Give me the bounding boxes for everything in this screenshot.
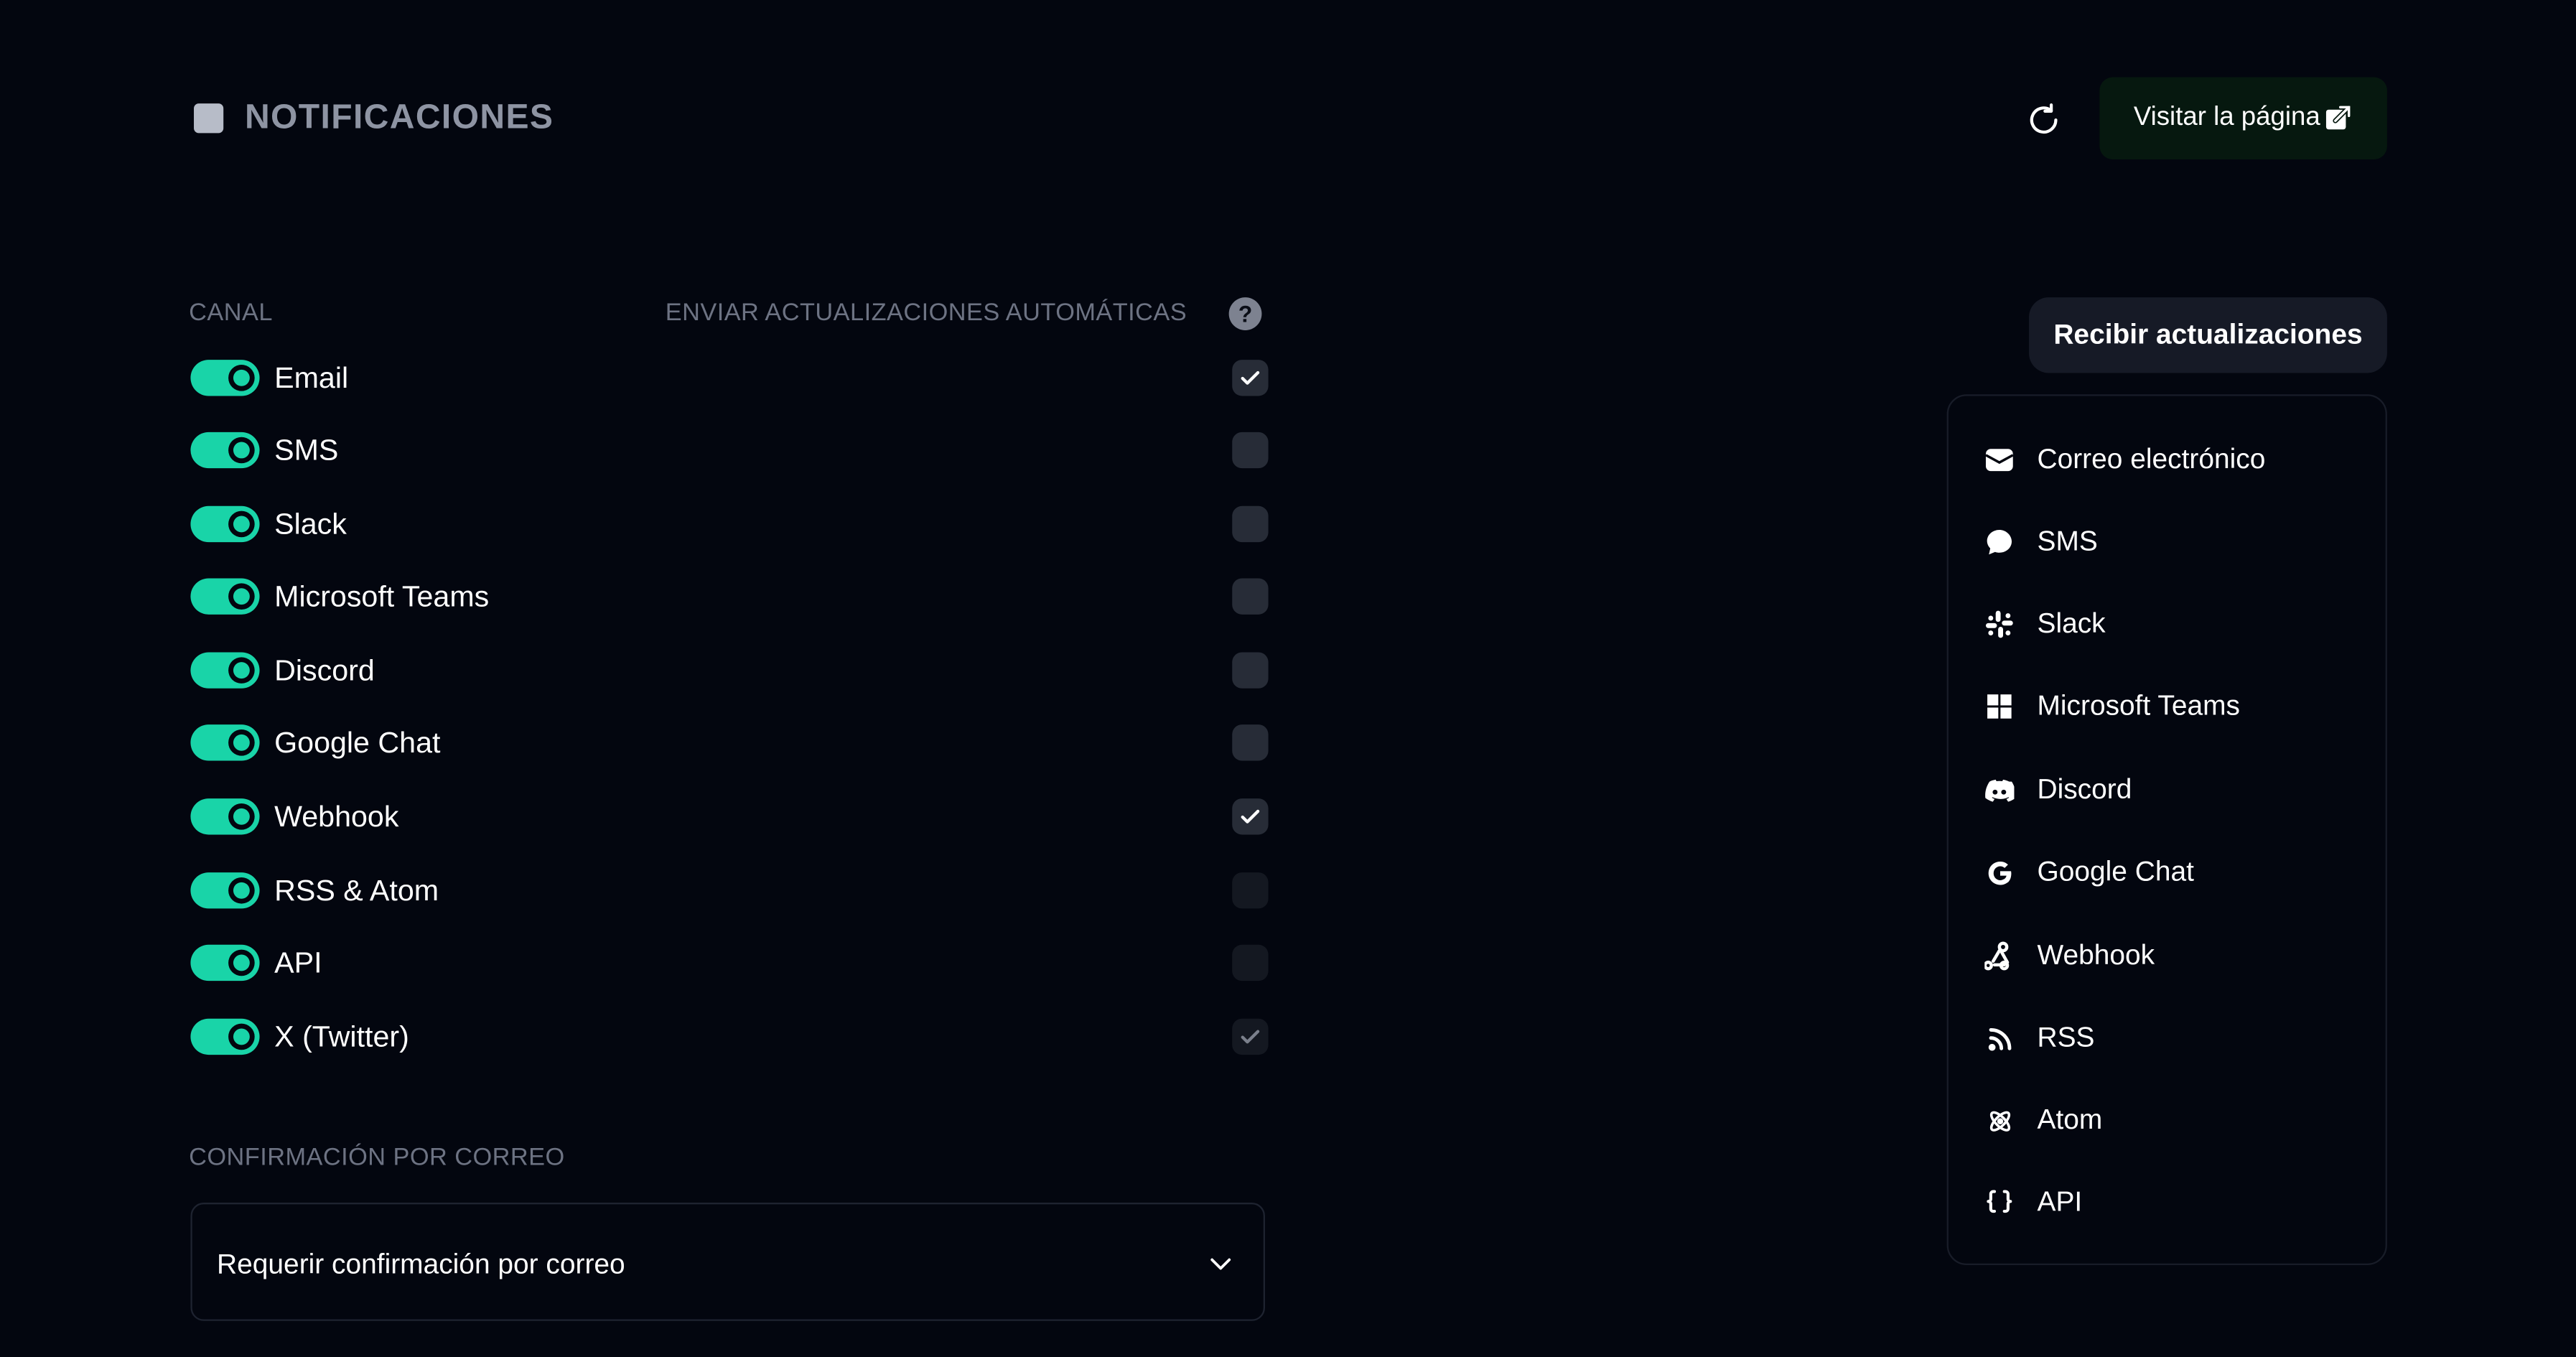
- auto-update-checkbox[interactable]: [1232, 1018, 1269, 1055]
- visit-page-button[interactable]: Visitar la página: [2099, 77, 2387, 159]
- channel-label: Email: [274, 361, 349, 395]
- refresh-icon: [2030, 103, 2058, 134]
- auto-update-checkbox[interactable]: [1232, 360, 1269, 396]
- subscribe-item[interactable]: Webhook: [1949, 925, 2386, 984]
- auto-update-checkbox[interactable]: [1232, 505, 1269, 543]
- channel-toggle[interactable]: [190, 432, 260, 469]
- subscribe-item[interactable]: Microsoft Teams: [1949, 675, 2386, 734]
- confirmation-select-value: Requerir confirmación por correo: [217, 1249, 625, 1280]
- subscribe-item[interactable]: RSS: [1949, 1007, 2386, 1066]
- channel-label: Webhook: [274, 800, 399, 834]
- atom-icon: [1984, 1106, 2014, 1135]
- confirmation-label: CONFIRMACIÓN POR CORREO: [189, 1143, 565, 1172]
- channel-toggle[interactable]: [190, 724, 260, 761]
- channel-row: RSS & Atom: [190, 866, 1269, 915]
- channel-toggle[interactable]: [190, 798, 260, 835]
- visit-page-label: Visitar la página: [2133, 103, 2320, 132]
- channel-row: Webhook: [190, 792, 1269, 841]
- channel-label: Microsoft Teams: [274, 579, 490, 613]
- subscribe-item[interactable]: API: [1949, 1172, 2386, 1231]
- section-square-icon: [194, 103, 224, 134]
- check-icon: [1241, 809, 1260, 824]
- column-header-auto-updates: ENVIAR ACTUALIZACIONES AUTOMÁTICAS: [665, 299, 1187, 327]
- subscribe-item-label: Google Chat: [2037, 856, 2194, 887]
- auto-update-checkbox[interactable]: [1232, 798, 1269, 835]
- chevron-down-icon: [1210, 1258, 1231, 1270]
- auto-update-checkbox[interactable]: [1232, 652, 1269, 689]
- channel-label: X (Twitter): [274, 1020, 409, 1053]
- channel-row: SMS: [190, 426, 1269, 475]
- channel-label: Slack: [274, 508, 347, 541]
- channel-toggle[interactable]: [190, 360, 260, 396]
- slack-icon: [1984, 610, 2014, 639]
- subscribe-menu: Correo electrónico SMS Slack Microsoft Team…: [1946, 394, 2387, 1265]
- auto-update-checkbox[interactable]: [1232, 724, 1269, 761]
- subscribe-item-label: Microsoft Teams: [2037, 690, 2240, 722]
- channel-toggle[interactable]: [190, 872, 260, 909]
- channel-row: Email: [190, 353, 1269, 403]
- page-title: NOTIFICACIONES: [244, 98, 554, 136]
- windows-icon: [1984, 691, 2014, 721]
- channel-row: API: [190, 938, 1269, 988]
- subscribe-item-label: RSS: [2037, 1022, 2095, 1053]
- channel-toggle[interactable]: [190, 1018, 260, 1055]
- subscribe-item[interactable]: SMS: [1949, 511, 2386, 570]
- help-icon[interactable]: ?: [1228, 297, 1262, 330]
- channel-row: Microsoft Teams: [190, 572, 1269, 621]
- channel-label: Discord: [274, 653, 375, 687]
- channel-label: Google Chat: [274, 726, 441, 760]
- channel-toggle[interactable]: [190, 944, 260, 981]
- webhook-icon: [1984, 941, 2014, 971]
- refresh-button[interactable]: [2019, 95, 2068, 145]
- check-icon: [1241, 1030, 1260, 1044]
- auto-update-checkbox[interactable]: [1232, 578, 1269, 615]
- channel-label: RSS & Atom: [274, 874, 439, 908]
- subscribe-item-label: SMS: [2037, 526, 2098, 557]
- channel-toggle[interactable]: [190, 505, 260, 543]
- envelope-icon: [1984, 445, 2014, 475]
- rss-icon: [1984, 1024, 2014, 1053]
- subscribe-item-label: Slack: [2037, 607, 2106, 640]
- auto-update-checkbox[interactable]: [1232, 432, 1269, 469]
- discord-icon: [1984, 775, 2015, 805]
- auto-update-checkbox[interactable]: [1232, 944, 1269, 981]
- channel-row: Google Chat: [190, 718, 1269, 768]
- external-link-icon: [2326, 104, 2352, 130]
- page-header: NOTIFICACIONES: [194, 98, 554, 138]
- confirmation-select[interactable]: Requerir confirmación por correo: [190, 1203, 1265, 1321]
- subscribe-item[interactable]: Slack: [1949, 593, 2386, 652]
- auto-update-checkbox[interactable]: [1232, 872, 1269, 909]
- channel-row: Discord: [190, 645, 1269, 695]
- subscribe-item[interactable]: Atom: [1949, 1089, 2386, 1148]
- check-icon: [1241, 370, 1260, 385]
- google-icon: [1984, 857, 2014, 887]
- channel-row: Slack: [190, 500, 1269, 549]
- subscribe-item-label: Atom: [2037, 1104, 2103, 1136]
- receive-updates-button[interactable]: Recibir actualizaciones: [2029, 297, 2387, 373]
- column-header-channel: CANAL: [189, 299, 273, 327]
- braces-icon: [1984, 1188, 2014, 1217]
- channel-toggle[interactable]: [190, 578, 260, 615]
- subscribe-item-label: Correo electrónico: [2037, 443, 2266, 475]
- subscribe-item-label: Discord: [2037, 773, 2132, 806]
- subscribe-item-label: Webhook: [2037, 939, 2155, 971]
- subscribe-item[interactable]: Discord: [1949, 759, 2386, 818]
- chat-bubble-icon: [1984, 528, 2014, 557]
- subscribe-item[interactable]: Correo electrónico: [1949, 429, 2386, 488]
- subscribe-item[interactable]: Google Chat: [1949, 841, 2386, 900]
- channel-toggle[interactable]: [190, 652, 260, 689]
- channel-row: X (Twitter): [190, 1012, 1269, 1062]
- subscribe-item-label: API: [2037, 1186, 2083, 1218]
- channel-label: SMS: [274, 434, 339, 467]
- channel-label: API: [274, 946, 322, 979]
